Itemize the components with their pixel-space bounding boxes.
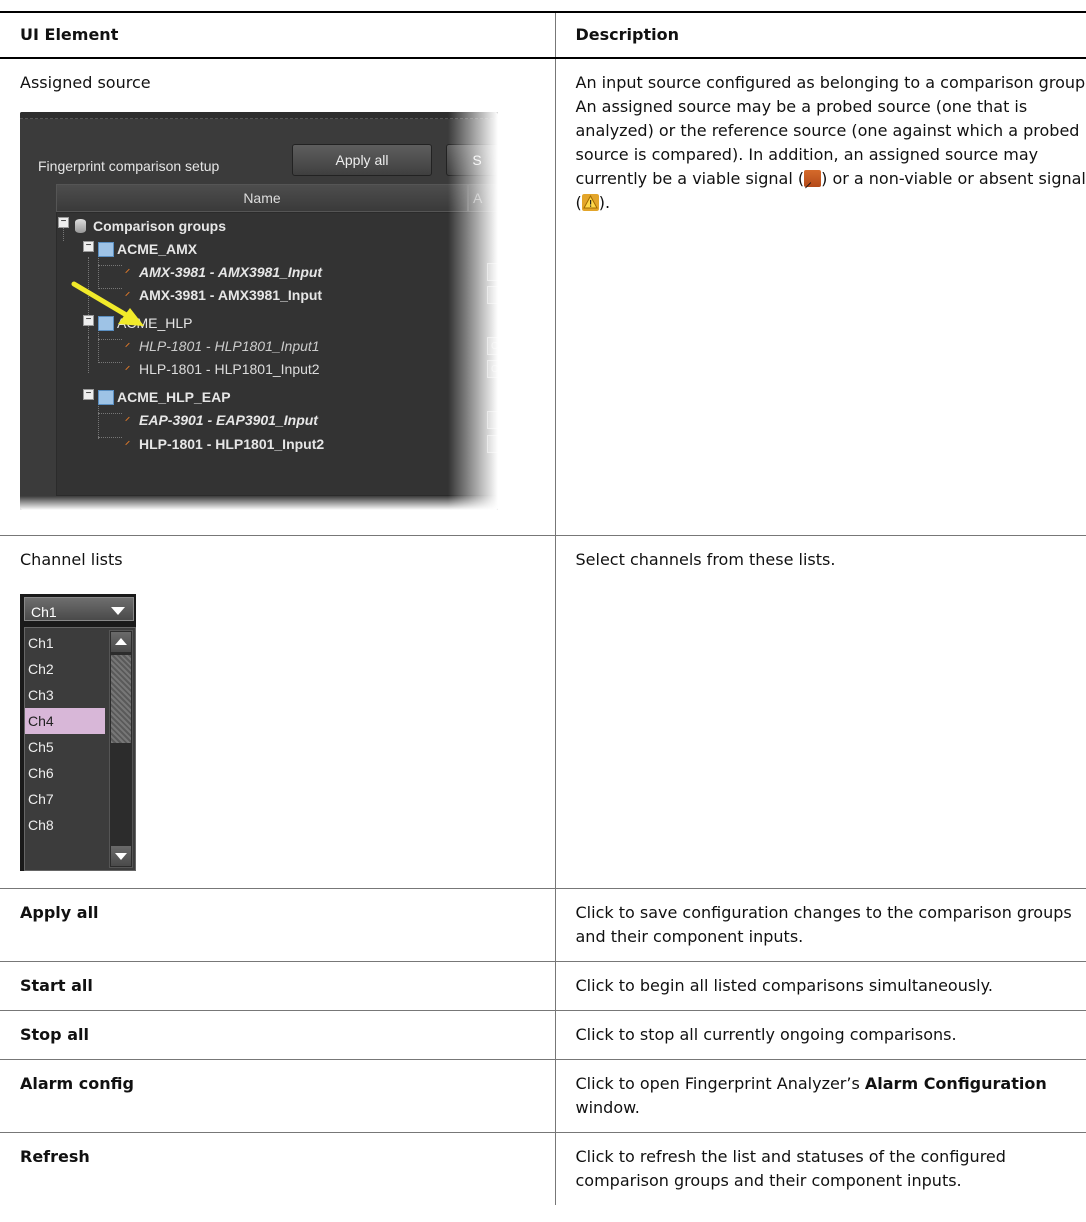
group-icon bbox=[98, 242, 114, 257]
list-item[interactable]: Ch8 bbox=[25, 812, 105, 838]
element-name: Alarm config bbox=[20, 1073, 134, 1093]
tree-root[interactable]: Comparison groups bbox=[93, 215, 226, 237]
collapse-group-icon[interactable]: − bbox=[83, 389, 94, 400]
rss-icon: ⸝ bbox=[125, 412, 130, 423]
list-item[interactable]: Ch7 bbox=[25, 786, 105, 812]
tree-source[interactable]: AMX-3981 - AMX3981_Input bbox=[139, 284, 322, 306]
rss-viable-icon bbox=[804, 170, 822, 187]
list-item[interactable]: Ch5 bbox=[25, 734, 105, 760]
ui-element-table: UI Element Description Assigned source F… bbox=[0, 11, 1086, 1205]
table-row: Stop all Click to stop all currently ong… bbox=[0, 1010, 1086, 1060]
combo-selected-value: Ch1 bbox=[31, 603, 57, 620]
table-row: Channel lists Ch1 Ch1 Ch2 Ch3 Ch4 Ch5 Ch… bbox=[0, 535, 1086, 889]
setup-label: Fingerprint comparison setup bbox=[38, 158, 220, 174]
panel-top-border bbox=[20, 112, 498, 119]
scrollbar[interactable] bbox=[109, 629, 133, 868]
table-row: Refresh Click to refresh the list and st… bbox=[0, 1132, 1086, 1205]
warning-triangle-icon bbox=[581, 194, 599, 211]
header-description: Description bbox=[554, 11, 1086, 59]
tree-group[interactable]: ACME_AMX bbox=[117, 238, 197, 260]
description: Select channels from these lists. bbox=[575, 549, 836, 569]
arrow-up-icon bbox=[115, 637, 127, 645]
description: Click to save configuration changes to t… bbox=[575, 902, 1072, 946]
list-item[interactable]: Ch3 bbox=[25, 682, 105, 708]
yellow-arrow-icon bbox=[71, 281, 144, 326]
tree-source[interactable]: AMX-3981 - AMX3981_Input bbox=[139, 261, 322, 283]
tree-group[interactable]: ACME_HLP_EAP bbox=[117, 386, 231, 408]
table-row: Start all Click to begin all listed comp… bbox=[0, 961, 1086, 1011]
description: Click to begin all listed comparisons si… bbox=[575, 975, 993, 995]
name-column-header[interactable]: Name bbox=[56, 184, 468, 212]
list-item[interactable]: Ch1 bbox=[25, 630, 105, 656]
rss-icon: ⸝ bbox=[125, 361, 130, 372]
collapse-group-icon[interactable]: − bbox=[83, 241, 94, 252]
tree-source[interactable]: EAP-3901 - EAP3901_Input bbox=[139, 409, 318, 431]
description: Click to stop all currently ongoing comp… bbox=[575, 1024, 957, 1044]
table-row: Apply all Click to save configuration ch… bbox=[0, 888, 1086, 962]
header-ui-element: UI Element bbox=[0, 11, 555, 59]
channel-list-screenshot: Ch1 Ch1 Ch2 Ch3 Ch4 Ch5 Ch6 Ch7 Ch8 bbox=[20, 593, 136, 871]
apply-all-button[interactable]: Apply all bbox=[292, 144, 432, 176]
rss-icon: ⸝ bbox=[125, 338, 130, 349]
element-name: Assigned source bbox=[20, 73, 151, 92]
database-icon bbox=[75, 219, 86, 233]
channel-listbox[interactable]: Ch1 Ch2 Ch3 Ch4 Ch5 Ch6 Ch7 Ch8 bbox=[24, 626, 136, 871]
scroll-up-button[interactable] bbox=[111, 631, 131, 652]
channel-combo[interactable]: Ch1 bbox=[24, 596, 134, 621]
table-row: Alarm config Click to open Fingerprint A… bbox=[0, 1059, 1086, 1133]
tree-source[interactable]: HLP-1801 - HLP1801_Input1 bbox=[139, 335, 320, 357]
tree-source[interactable]: HLP-1801 - HLP1801_Input2 bbox=[139, 358, 320, 380]
rss-icon: ⸝ bbox=[125, 436, 130, 447]
fingerprint-setup-screenshot: Fingerprint comparison setup Apply all S… bbox=[20, 112, 498, 510]
list-item[interactable]: Ch4 bbox=[25, 707, 105, 734]
element-name: Refresh bbox=[20, 1146, 90, 1166]
list-item[interactable]: Ch2 bbox=[25, 656, 105, 682]
list-item[interactable]: Ch6 bbox=[25, 760, 105, 786]
scroll-down-button[interactable] bbox=[111, 845, 131, 866]
element-name: Channel lists bbox=[20, 549, 123, 569]
element-name: Stop all bbox=[20, 1024, 89, 1044]
collapse-root-icon[interactable]: − bbox=[58, 217, 69, 228]
element-name: Start all bbox=[20, 975, 93, 995]
comparison-tree: − Comparison groups − ACME_AMX ⸝ AMX-398… bbox=[56, 212, 498, 496]
rss-icon: ⸝ bbox=[125, 264, 130, 275]
assigned-source-description: An input source configured as belonging … bbox=[576, 71, 1086, 215]
description: Click to open Fingerprint Analyzer’s Ala… bbox=[575, 1073, 1047, 1117]
chevron-down-icon bbox=[111, 606, 125, 615]
table-row: Assigned source Fingerprint comparison s… bbox=[0, 58, 1086, 536]
description: Click to refresh the list and statuses o… bbox=[575, 1146, 1006, 1190]
arrow-down-icon bbox=[115, 852, 127, 860]
group-icon bbox=[98, 390, 114, 405]
tree-source[interactable]: HLP-1801 - HLP1801_Input2 bbox=[139, 433, 324, 455]
element-name: Apply all bbox=[20, 902, 99, 922]
scroll-thumb[interactable] bbox=[111, 654, 131, 743]
